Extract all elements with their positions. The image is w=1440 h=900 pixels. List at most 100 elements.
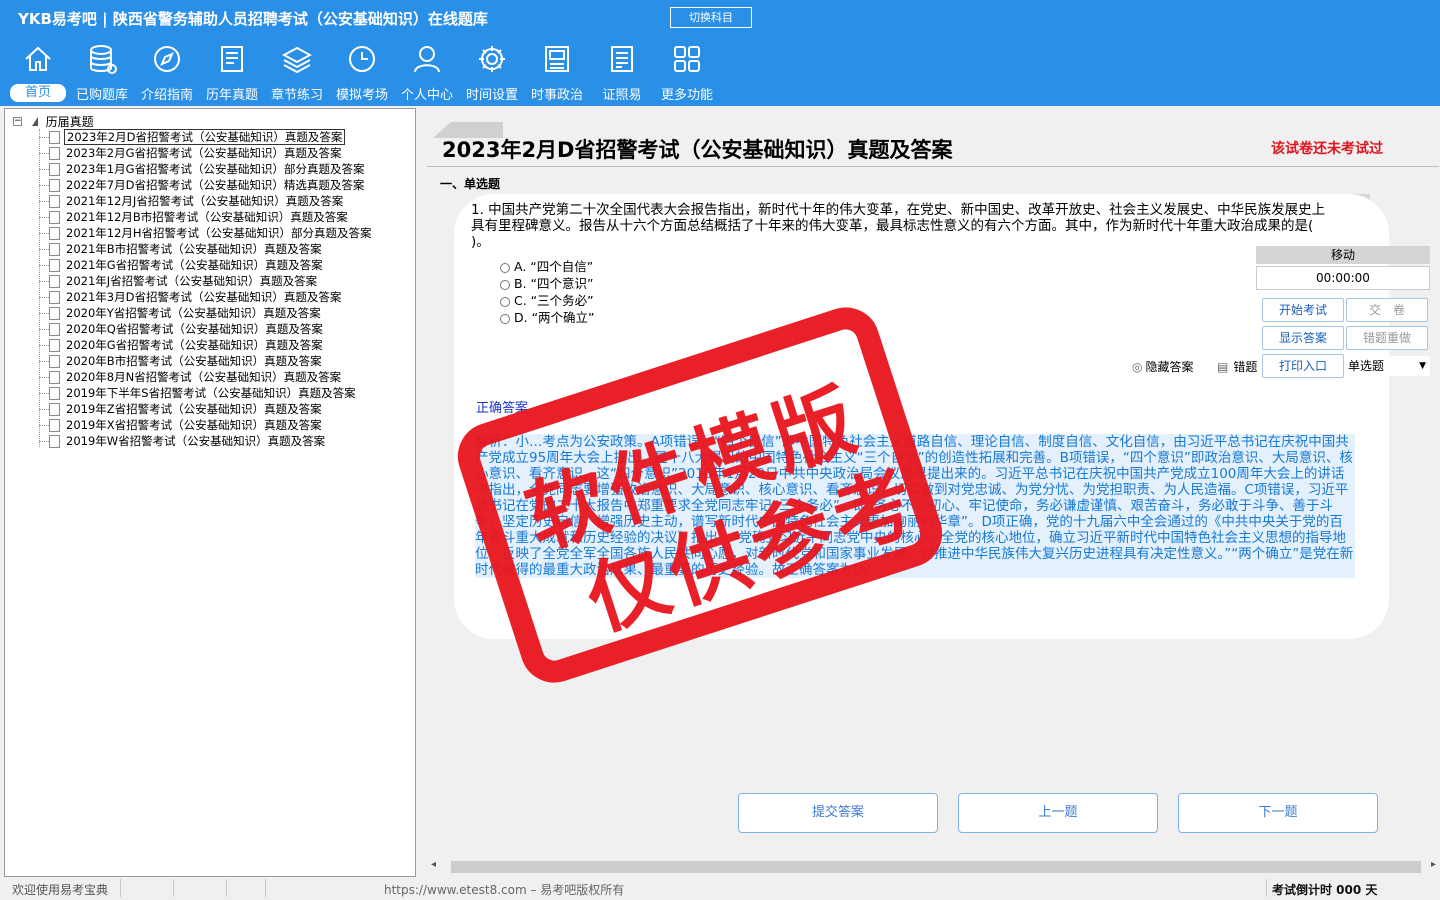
show-answer-button[interactable]: 显示答案 <box>1262 326 1344 350</box>
tree-item[interactable]: 2019年Z省招警考试（公安基础知识）真题及答案 <box>39 401 324 417</box>
document-icon <box>49 322 60 336</box>
wrong-book-toggle[interactable]: ▤ 错题 <box>1217 358 1257 375</box>
tree-connector <box>39 264 49 266</box>
tree-item-label: 2021年12月B市招警考试（公安基础知识）真题及答案 <box>66 210 348 224</box>
scroll-left-icon[interactable]: ◂ <box>431 859 436 870</box>
document-icon <box>49 418 60 432</box>
previous-question-button[interactable]: 上一题 <box>958 793 1158 833</box>
nav-label-certificates: 证照易 <box>602 88 642 103</box>
nav-guide[interactable]: 介绍指南 <box>135 44 199 104</box>
option-b-label: B. “四个意识” <box>514 276 594 291</box>
exam-countdown: 考试倒计时 000 天 <box>1272 883 1378 897</box>
tree-item-label: 2021年B市招警考试（公安基础知识）真题及答案 <box>66 242 322 256</box>
tree-item[interactable]: 2020年8月N省招警考试（公安基础知识）真题及答案 <box>39 369 343 385</box>
tree-item[interactable]: 2020年Q省招警考试（公安基础知识）真题及答案 <box>39 321 325 337</box>
tree-connector <box>39 344 49 346</box>
hide-answer-toggle[interactable]: ◎ 隐藏答案 <box>1132 358 1194 375</box>
tree-connector <box>39 440 49 442</box>
tree-item-label: 2020年B市招警考试（公安基础知识）真题及答案 <box>66 354 322 368</box>
option-d[interactable]: D. “两个确立” <box>500 307 595 326</box>
status-divider <box>226 879 227 897</box>
chevron-down-icon: ▼ <box>1419 361 1426 371</box>
tree-item[interactable]: 2021年B市招警考试（公安基础知识）真题及答案 <box>39 241 324 257</box>
tree-item[interactable]: 2021年3月D省招警考试（公安基础知识）真题及答案 <box>39 289 343 305</box>
document-icon <box>49 242 60 256</box>
nav-label-past-papers: 历年真题 <box>205 88 258 103</box>
notebook-icon: ▤ <box>1217 360 1229 374</box>
tree-item-label: 2020年G省招警考试（公安基础知识）真题及答案 <box>66 338 323 352</box>
redo-wrong-button[interactable]: 错题重做 <box>1346 326 1428 350</box>
nav-certificates[interactable]: 证照易 <box>590 44 654 104</box>
print-button[interactable]: 打印入口 <box>1262 354 1344 378</box>
tree-connector <box>39 216 49 218</box>
radio-c[interactable] <box>500 296 510 307</box>
nav-past-papers[interactable]: 历年真题 <box>200 44 264 104</box>
tree-connector <box>39 280 49 282</box>
tree-item-label: 2020年8月N省招警考试（公安基础知识）真题及答案 <box>66 370 342 384</box>
tree-item-label: 2019年下半年S省招警考试（公安基础知识）真题及答案 <box>66 386 356 400</box>
nav-home[interactable]: 首页 <box>6 44 70 104</box>
document-icon <box>49 210 60 224</box>
tree-root[interactable]: − 历届真题 <box>13 113 94 129</box>
tree-item[interactable]: 2019年下半年S省招警考试（公安基础知识）真题及答案 <box>39 385 358 401</box>
layers-icon <box>282 46 312 74</box>
nav-label-time-settings: 时间设置 <box>465 88 518 103</box>
gear-icon <box>479 46 505 72</box>
top-toolbar: YKB易考吧 | 陕西省警务辅助人员招聘考试（公安基础知识）在线题库 切换科目 … <box>0 0 1440 106</box>
option-d-label: D. “两个确立” <box>514 310 595 325</box>
document-icon <box>49 226 60 240</box>
tree-item-label: 2020年Q省招警考试（公安基础知识）真题及答案 <box>66 322 323 336</box>
nav-purchased[interactable]: 已购题库 <box>70 44 134 104</box>
tree-item[interactable]: 2023年2月G省招警考试（公安基础知识）真题及答案 <box>39 145 344 161</box>
tree-item[interactable]: 2021年12月J省招警考试（公安基础知识）真题及答案 <box>39 193 345 209</box>
tree-item[interactable]: 2021年12月B市招警考试（公安基础知识）真题及答案 <box>39 209 350 225</box>
nav-profile[interactable]: 个人中心 <box>395 44 459 104</box>
submit-answer-button[interactable]: 提交答案 <box>738 793 938 833</box>
tree-connector <box>39 376 49 378</box>
tree-item-label: 2021年12月H省招警考试（公安基础知识）部分真题及答案 <box>66 226 372 240</box>
next-question-button[interactable]: 下一题 <box>1178 793 1378 833</box>
move-handle[interactable]: 移动 <box>1256 246 1430 264</box>
nav-mock-exam[interactable]: 模拟考场 <box>330 44 394 104</box>
start-exam-button[interactable]: 开始考试 <box>1262 298 1344 322</box>
tree-item-label: 2021年3月D省招警考试（公安基础知识）真题及答案 <box>66 290 342 304</box>
status-divider <box>265 879 266 897</box>
nav-chapters[interactable]: 章节练习 <box>265 44 329 104</box>
copyright-text: https://www.etest8.com – 易考吧版权所有 <box>384 883 625 897</box>
radio-d[interactable] <box>500 313 510 324</box>
radio-b[interactable] <box>500 279 510 290</box>
tree-item[interactable]: 2020年B市招警考试（公安基础知识）真题及答案 <box>39 353 324 369</box>
horizontal-scrollbar[interactable]: ◂ ▸ <box>427 858 1440 875</box>
tree-connector <box>39 136 49 138</box>
title-divider <box>427 166 1439 167</box>
tree-item[interactable]: 2020年G省招警考试（公安基础知识）真题及答案 <box>39 337 325 353</box>
scroll-thumb[interactable] <box>451 861 1421 873</box>
collapse-icon[interactable]: − <box>13 117 22 126</box>
radio-a[interactable] <box>500 262 510 273</box>
tree-item[interactable]: 2023年2月D省招警考试（公安基础知识）真题及答案 <box>39 129 346 145</box>
tree-item[interactable]: 2021年12月H省招警考试（公安基础知识）部分真题及答案 <box>39 225 374 241</box>
tree-item[interactable]: 2019年W省招警考试（公安基础知识）真题及答案 <box>39 433 327 449</box>
switch-subject-button[interactable]: 切换科目 <box>670 7 752 28</box>
question-type-select[interactable]: 单选题 ▼ <box>1344 356 1430 376</box>
user-icon <box>414 46 440 73</box>
document-icon <box>221 46 243 72</box>
tree-item-label: 2023年1月G省招警考试（公安基础知识）部分真题及答案 <box>66 162 365 176</box>
tree-item[interactable]: 2021年G省招警考试（公安基础知识）真题及答案 <box>39 257 325 273</box>
tree-item[interactable]: 2019年X省招警考试（公安基础知识）真题及答案 <box>39 417 324 433</box>
submit-paper-button[interactable]: 交 卷 <box>1346 298 1428 322</box>
tree-connector <box>39 152 49 154</box>
nav-more[interactable]: 更多功能 <box>655 44 719 104</box>
news-icon <box>545 46 569 72</box>
question-type-value: 单选题 <box>1348 359 1385 373</box>
nav-label-home: 首页 <box>10 84 66 102</box>
document-icon <box>49 162 60 176</box>
tree-item[interactable]: 2020年Y省招警考试（公安基础知识）真题及答案 <box>39 305 323 321</box>
tree-item[interactable]: 2023年1月G省招警考试（公安基础知识）部分真题及答案 <box>39 161 367 177</box>
nav-current-affairs[interactable]: 时事政治 <box>525 44 589 104</box>
nav-time-settings[interactable]: 时间设置 <box>460 44 524 104</box>
scroll-right-icon[interactable]: ▸ <box>1431 859 1436 870</box>
tree-item[interactable]: 2021年J省招警考试（公安基础知识）真题及答案 <box>39 273 319 289</box>
tree-connector <box>39 296 49 298</box>
tree-item[interactable]: 2022年7月D省招警考试（公安基础知识）精选真题及答案 <box>39 177 366 193</box>
